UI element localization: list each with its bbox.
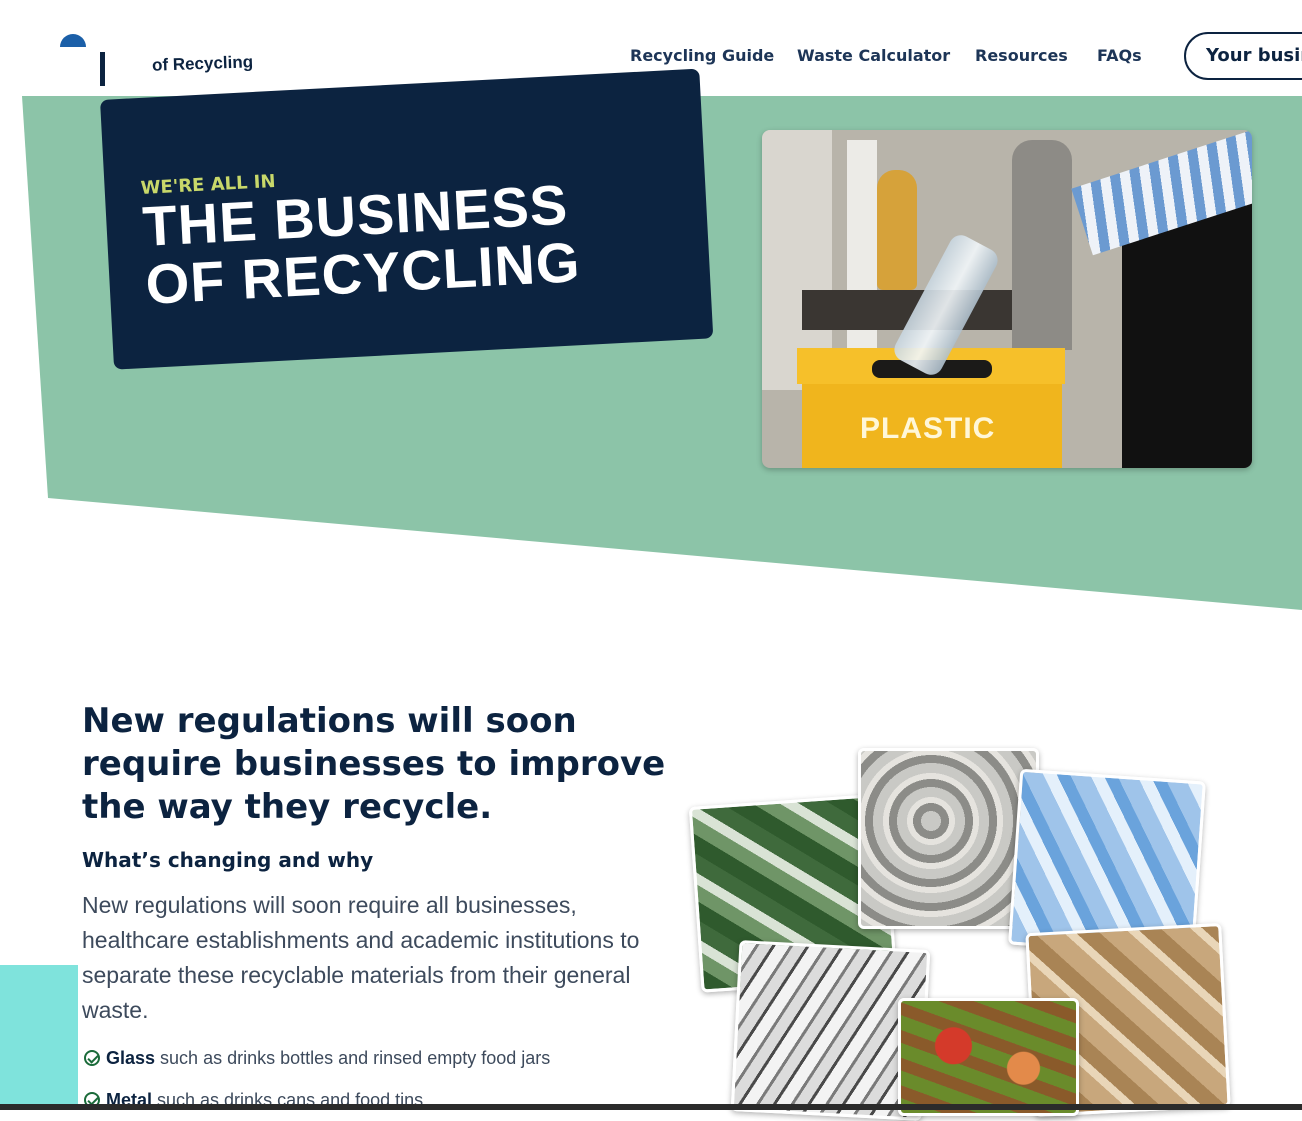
bullet-label: Glass xyxy=(106,1048,156,1068)
bottom-edge xyxy=(0,1104,1302,1110)
collage-food-image xyxy=(898,998,1079,1116)
check-circle-icon xyxy=(84,1050,100,1066)
section-subhead: What’s changing and why xyxy=(82,848,374,872)
your-business-button[interactable]: Your busin xyxy=(1184,32,1302,80)
decorative-teal-block xyxy=(0,965,78,1110)
logo-mark-stem xyxy=(100,52,105,86)
bullet-glass: Glass such as drinks bottles and rinsed … xyxy=(84,1048,550,1069)
nav-faqs[interactable]: FAQs xyxy=(1097,46,1142,65)
section-title: New regulations will soon require busine… xyxy=(82,701,666,827)
hero-photo: PLASTIC xyxy=(762,130,1252,468)
nav-waste-calculator[interactable]: Waste Calculator xyxy=(797,46,950,65)
hero-title: THE BUSINESS OF RECYCLING xyxy=(141,172,582,316)
photo-person-grey xyxy=(1012,140,1072,350)
nav-resources[interactable]: Resources xyxy=(975,46,1068,65)
bin-label: PLASTIC xyxy=(860,412,996,445)
bullet-text: such as drinks bottles and rinsed empty … xyxy=(155,1048,551,1068)
section-body: New regulations will soon require all bu… xyxy=(82,892,640,1023)
logo-text[interactable]: of Recycling xyxy=(152,52,254,76)
nav-recycling-guide[interactable]: Recycling Guide xyxy=(630,46,774,65)
photo-person-yellow xyxy=(877,170,917,290)
hero-card: WE'RE ALL IN THE BUSINESS OF RECYCLING xyxy=(100,68,714,370)
